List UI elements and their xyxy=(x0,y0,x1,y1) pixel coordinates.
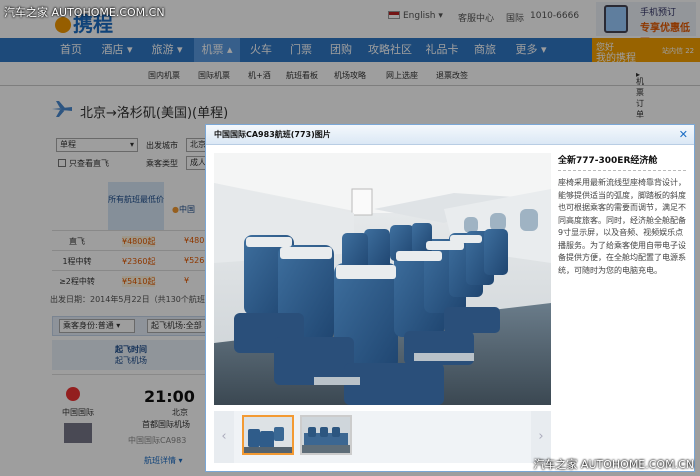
watermark-bottom: 汽车之家 AUTOHOME.COM.CN xyxy=(533,458,694,471)
thumbnail-1[interactable] xyxy=(242,415,294,455)
thumbnail-1-image xyxy=(244,417,292,453)
description-body: 座椅采用最新流线型座椅靠背设计，能够提供适当的弧度，脚踏板的斜度也可根据乘客的需… xyxy=(558,178,686,275)
watermark-top: 汽车之家 AUTOHOME.COM.CN xyxy=(4,6,165,19)
close-icon[interactable]: ✕ xyxy=(679,128,688,141)
cabin-photo xyxy=(214,153,551,405)
photo-description: 全新777-300ER经济舱 座椅采用最新流线型座椅靠背设计，能够提供适当的弧度… xyxy=(558,153,686,405)
thumbnail-strip: ‹ › xyxy=(214,411,551,463)
chevron-left-icon[interactable]: ‹ xyxy=(214,411,234,463)
thumbnail-2-image xyxy=(302,417,350,453)
description-title: 全新777-300ER经济舱 xyxy=(558,153,686,171)
cabin-photo-image xyxy=(214,153,551,405)
thumbnail-2[interactable] xyxy=(300,415,352,455)
dialog-title: 中国国际CA983航班(773)图片 xyxy=(206,125,694,145)
photo-dialog: 中国国际CA983航班(773)图片 ✕ 全新777-300ER经济舱 座椅采用… xyxy=(205,124,695,472)
